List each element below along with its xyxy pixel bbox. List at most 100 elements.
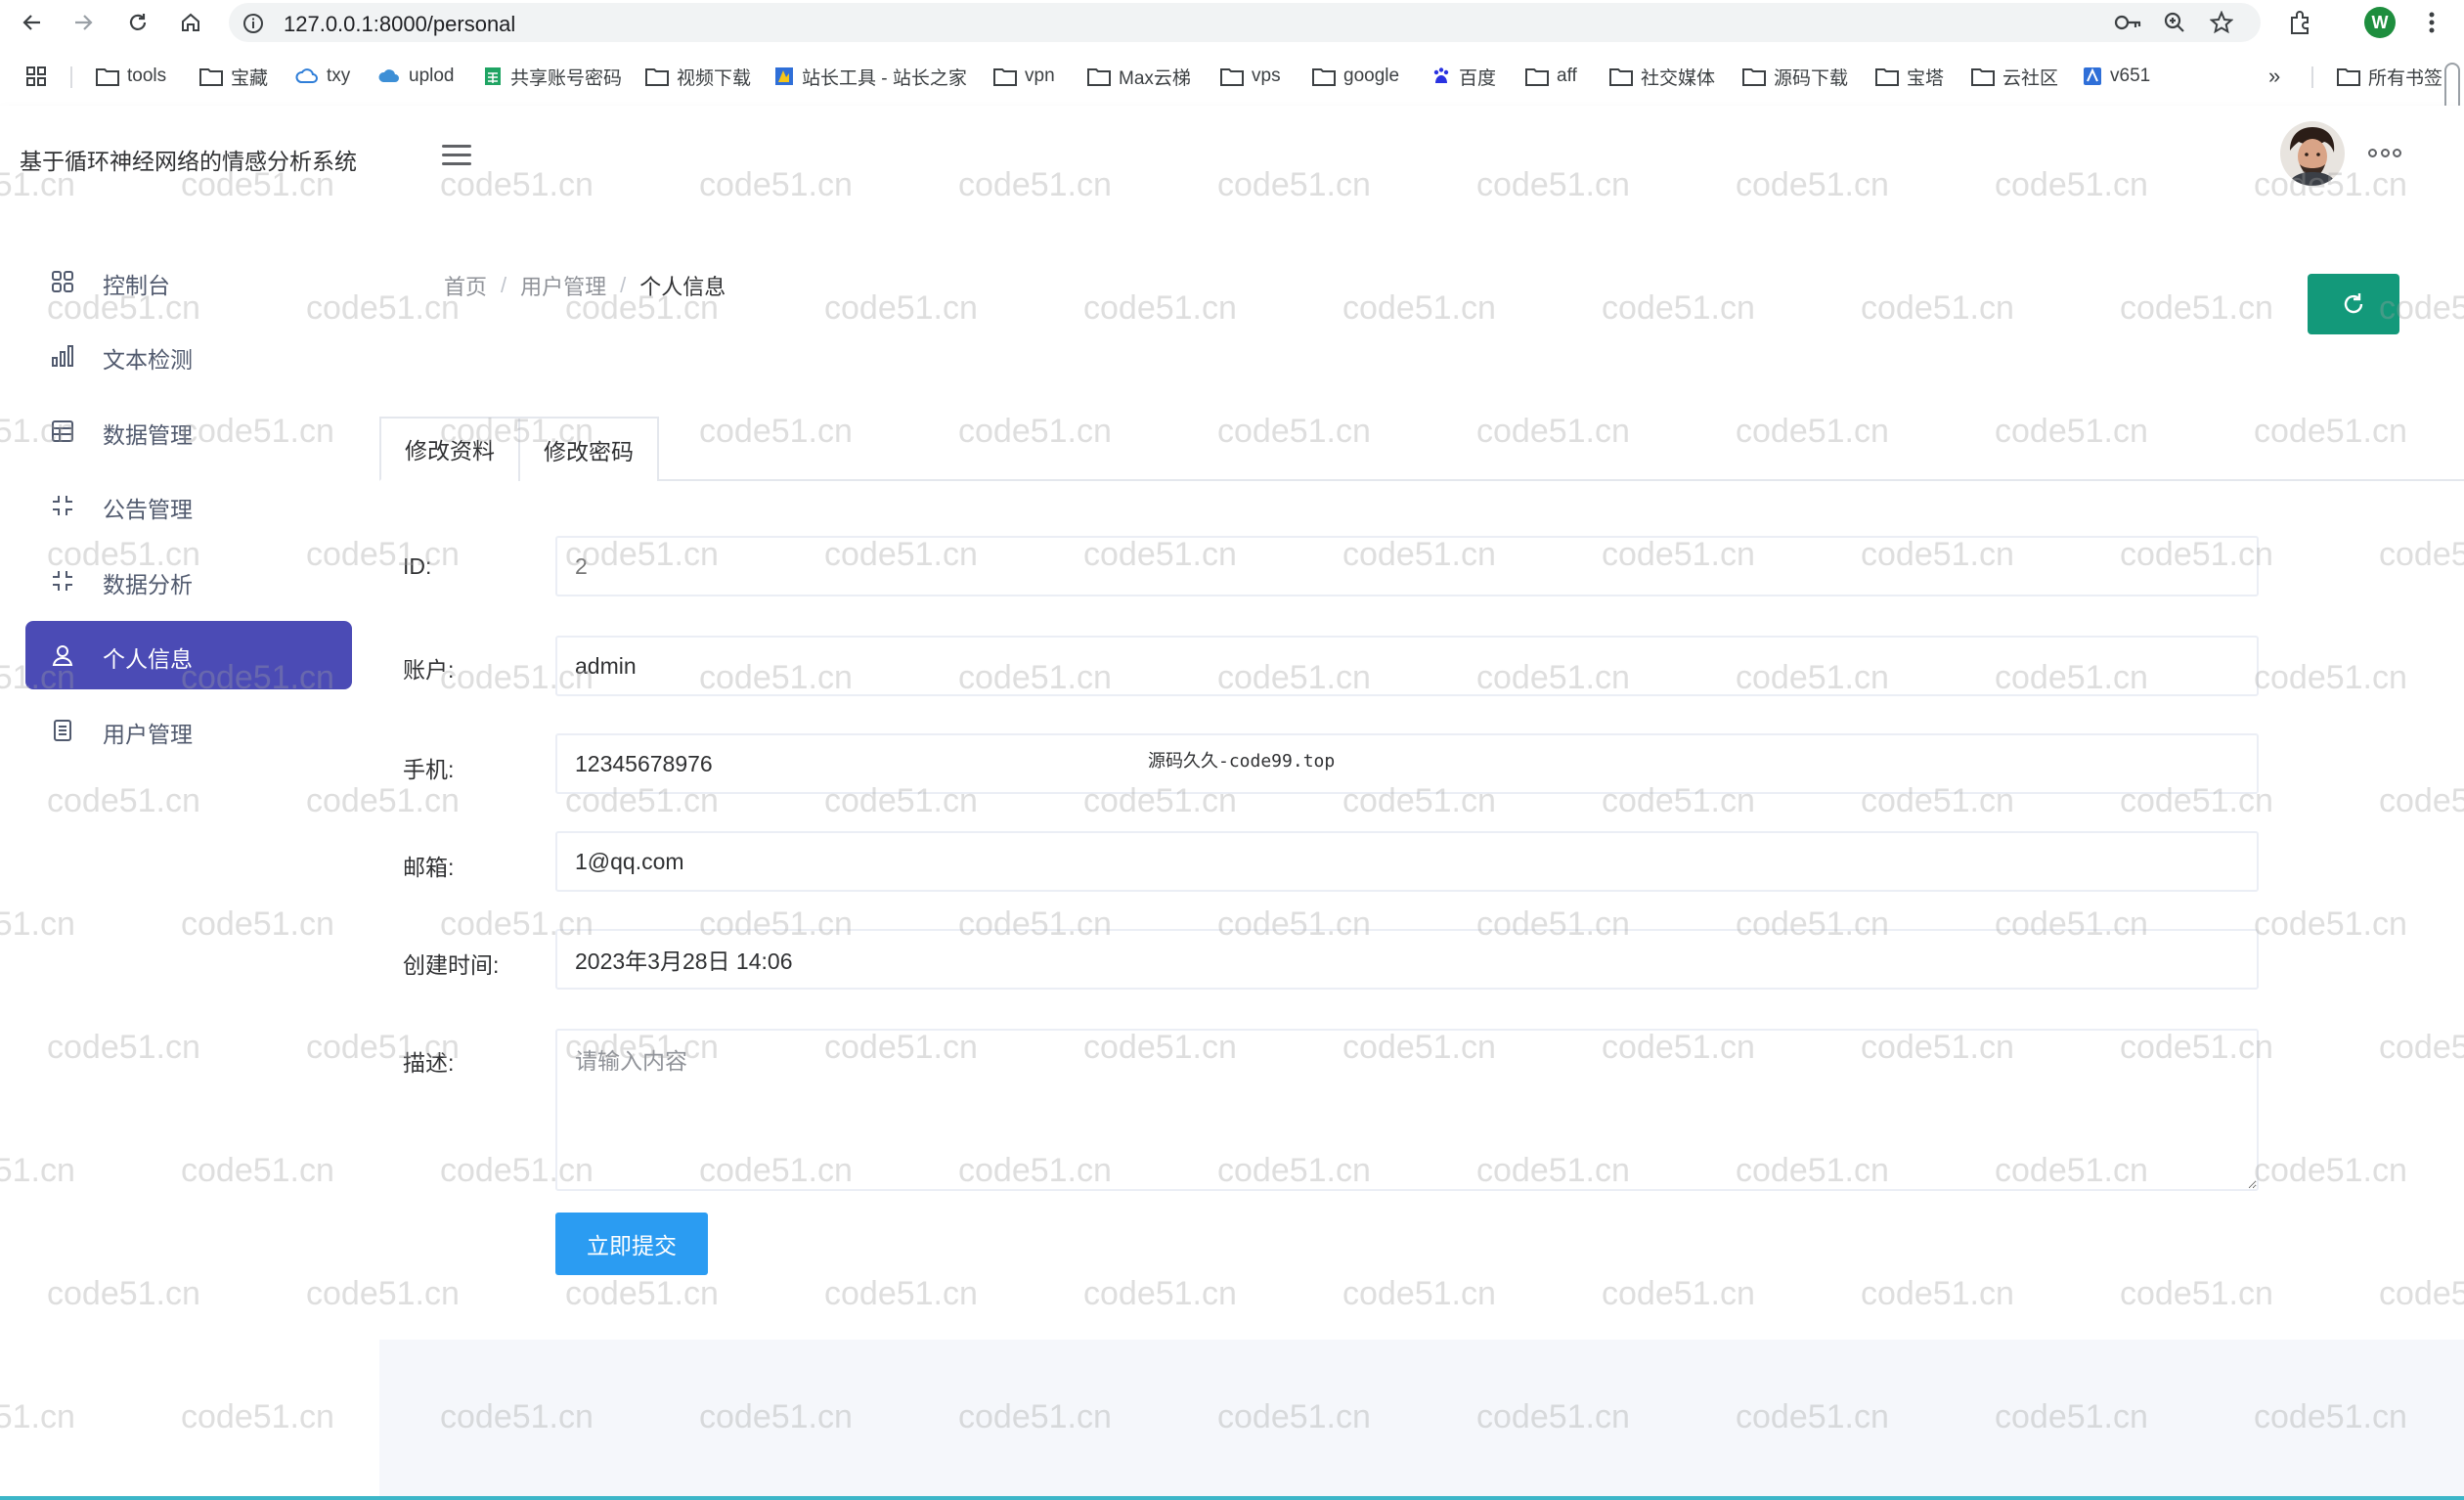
profile-avatar-badge[interactable]: W — [2364, 7, 2396, 38]
description-label: 描述: — [403, 1050, 455, 1076]
cloud-icon — [378, 69, 399, 82]
home-icon — [182, 13, 199, 31]
sidebar-item-dashboard[interactable]: 控制台 — [25, 247, 352, 316]
breadcrumb-current: 个人信息 — [639, 275, 726, 299]
refresh-button[interactable] — [2308, 274, 2399, 334]
browser-toolbar: 127.0.0.1:8000/personal W — [0, 0, 2464, 45]
tab-edit-profile[interactable]: 修改资料 — [379, 417, 520, 481]
folder-icon — [1312, 68, 1336, 86]
bookmark-uplod[interactable]: uplod — [377, 63, 455, 90]
home-button[interactable] — [174, 6, 207, 39]
bookmark-baota[interactable]: 宝塔 — [1875, 63, 1944, 90]
bookmark-social-media[interactable]: 社交媒体 — [1609, 63, 1715, 90]
user-avatar[interactable] — [2280, 121, 2345, 186]
folder-icon — [1087, 68, 1111, 86]
phone-field[interactable] — [555, 733, 2259, 794]
breadcrumb: 首页 / 用户管理 / 个人信息 — [444, 270, 726, 301]
url-text[interactable]: 127.0.0.1:8000/personal — [284, 12, 515, 37]
bookmark-max-ladder[interactable]: Max云梯 — [1087, 63, 1191, 90]
reload-button[interactable] — [121, 6, 154, 39]
bookmark-txy[interactable]: txy — [295, 63, 350, 90]
menu-toggle-icon[interactable] — [442, 145, 471, 168]
bookmark-vps[interactable]: vps — [1220, 63, 1281, 90]
folder-icon — [96, 68, 119, 86]
bookmark-tools[interactable]: tools — [96, 63, 166, 90]
sidebar-item-label: 数据管理 — [103, 422, 193, 448]
bookmark-treasure[interactable]: 宝藏 — [199, 63, 268, 90]
all-bookmarks[interactable]: 所有书签 — [2337, 63, 2442, 90]
phone-label: 手机: — [403, 757, 455, 782]
folder-icon — [1609, 68, 1633, 86]
refresh-icon — [2344, 293, 2363, 314]
id-label: ID: — [403, 553, 432, 579]
extensions-button[interactable] — [2284, 6, 2317, 39]
address-bar[interactable]: 127.0.0.1:8000/personal — [229, 3, 2261, 42]
more-options-icon[interactable] — [2368, 149, 2401, 160]
bookmark-chinaz[interactable]: 站长工具 - 站长之家 — [774, 63, 967, 90]
sidebar-item-label: 个人信息 — [103, 646, 193, 672]
folder-icon — [645, 68, 669, 86]
folder-icon — [2337, 68, 2360, 86]
bookmark-baidu[interactable]: 百度 — [1431, 63, 1496, 90]
v-icon — [2084, 67, 2101, 85]
bookmark-star-icon[interactable] — [2210, 11, 2233, 34]
site-info-icon[interactable] — [242, 13, 264, 34]
bookmark-vpn[interactable]: vpn — [993, 63, 1055, 90]
zoom-icon[interactable] — [2163, 11, 2186, 34]
breadcrumb-home[interactable]: 首页 — [444, 270, 487, 301]
sidebar-item-data-analysis[interactable]: 数据分析 — [25, 547, 352, 615]
back-button[interactable] — [16, 6, 49, 39]
app-header: 基于循环神经网络的情感分析系统 — [0, 106, 2464, 205]
breadcrumb-separator: / — [620, 273, 627, 297]
account-field[interactable] — [555, 636, 2259, 696]
bookmark-video-download[interactable]: 视频下载 — [645, 63, 751, 90]
created-time-field[interactable] — [555, 929, 2259, 990]
bookmark-aff[interactable]: aff — [1525, 63, 1577, 90]
shrink-icon — [53, 571, 72, 591]
folder-icon — [1525, 68, 1549, 86]
folder-icon — [1875, 68, 1899, 86]
bookmark-v651[interactable]: v651 — [2083, 63, 2150, 90]
document-icon — [54, 720, 71, 741]
tab-change-password[interactable]: 修改密码 — [518, 417, 659, 481]
shrink-icon — [53, 496, 72, 515]
breadcrumb-user-management[interactable]: 用户管理 — [520, 270, 606, 301]
created-time-label: 创建时间: — [403, 952, 500, 978]
sidebar-item-label: 公告管理 — [103, 497, 193, 522]
cloud-icon — [295, 68, 318, 83]
email-label: 邮箱: — [403, 855, 455, 880]
bookmarks-bar: tools 宝藏 txy uplod 共享账号密码 视频下载 站长工具 - 站长… — [0, 57, 2464, 96]
browser-menu-button[interactable] — [2415, 6, 2448, 39]
sheet-icon — [485, 67, 501, 85]
sidebar-item-profile[interactable]: 个人信息 — [25, 621, 352, 689]
breadcrumb-separator: / — [501, 273, 507, 297]
bookmark-cloud-community[interactable]: 云社区 — [1971, 63, 2058, 90]
account-label: 账户: — [403, 657, 455, 683]
sidebar-item-data-management[interactable]: 数据管理 — [25, 397, 352, 465]
password-key-icon[interactable] — [2114, 11, 2143, 34]
sidebar-item-text-detection[interactable]: 文本检测 — [25, 322, 352, 390]
sidebar-item-user-management[interactable]: 用户管理 — [25, 696, 352, 765]
avatar-image — [2280, 121, 2345, 186]
folder-icon — [1220, 68, 1244, 86]
bookmark-separator — [2311, 66, 2313, 88]
description-textarea[interactable] — [555, 1029, 2259, 1191]
baidu-icon — [1433, 67, 1449, 83]
puzzle-icon — [2291, 11, 2309, 34]
vertical-dots-icon — [2429, 12, 2435, 33]
bookmark-shared-accounts[interactable]: 共享账号密码 — [483, 63, 622, 90]
sidebar: 控制台 文本检测 数据管理 公告管理 数据分析 个人信息 用户管理 — [0, 205, 379, 1500]
forward-button[interactable] — [66, 6, 100, 39]
folder-icon — [993, 68, 1017, 86]
profile-tabs: 修改资料 修改密码 — [379, 415, 2464, 481]
id-field — [555, 536, 2259, 596]
email-field[interactable] — [555, 831, 2259, 892]
submit-button[interactable]: 立即提交 — [555, 1213, 708, 1275]
user-icon — [52, 645, 73, 666]
bookmark-google[interactable]: google — [1312, 63, 1399, 90]
bookmark-source-download[interactable]: 源码下载 — [1742, 63, 1848, 90]
more-bookmarks-button[interactable]: » — [2268, 63, 2280, 90]
sidebar-item-announcements[interactable]: 公告管理 — [25, 471, 352, 540]
sidebar-item-label: 文本检测 — [103, 347, 193, 373]
apps-button[interactable] — [25, 63, 47, 90]
